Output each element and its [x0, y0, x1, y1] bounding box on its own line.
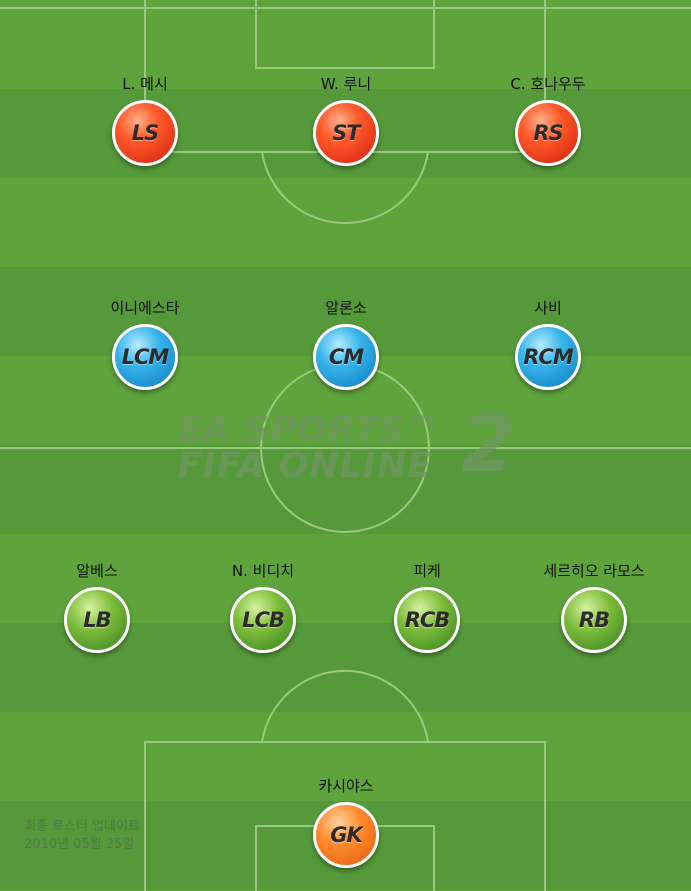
- player-lb[interactable]: 알베스 LB: [27, 561, 167, 653]
- player-rcm[interactable]: 사비 RCM: [478, 298, 618, 390]
- player-name: 세르히오 라모스: [543, 562, 645, 580]
- position-badge-lcm[interactable]: LCM: [112, 324, 178, 390]
- player-st[interactable]: W. 루니 ST: [276, 74, 416, 166]
- watermark-number: 2: [461, 400, 516, 490]
- position-badge-gk[interactable]: GK: [313, 802, 379, 868]
- player-name: C. 호나우두: [510, 75, 586, 93]
- position-badge-st[interactable]: ST: [313, 100, 379, 166]
- player-ls[interactable]: L. 메시 LS: [75, 74, 215, 166]
- roster-update-note: 최종 로스터 업데이트 2010년 05월 25일: [24, 818, 140, 854]
- position-badge-rb[interactable]: RB: [561, 587, 627, 653]
- player-cm[interactable]: 알론소 CM: [276, 298, 416, 390]
- bottom-penalty-arc: [261, 669, 429, 743]
- player-name: L. 메시: [122, 75, 168, 93]
- player-name: 이니에스타: [110, 299, 180, 317]
- player-name: 카시야스: [318, 777, 374, 795]
- position-badge-ls[interactable]: LS: [112, 100, 178, 166]
- ea-sports-fifa-online-watermark: EA SPORTS™ FIFA ONLINE 2: [178, 400, 518, 490]
- position-badge-rs[interactable]: RS: [515, 100, 581, 166]
- player-name: W. 루니: [320, 75, 372, 93]
- player-name: 사비: [534, 299, 562, 317]
- player-rcb[interactable]: 피케 RCB: [357, 561, 497, 653]
- player-name: 알론소: [325, 299, 367, 317]
- position-badge-lb[interactable]: LB: [64, 587, 130, 653]
- player-rb[interactable]: 세르히오 라모스 RB: [524, 561, 664, 653]
- player-name: 피케: [413, 562, 441, 580]
- position-badge-lcb[interactable]: LCB: [230, 587, 296, 653]
- player-name: N. 비디치: [231, 562, 295, 580]
- top-goal-box: [255, 0, 435, 69]
- player-gk[interactable]: 카시야스 GK: [276, 776, 416, 868]
- player-lcm[interactable]: 이니에스타 LCM: [75, 298, 215, 390]
- watermark-line1: EA SPORTS™: [178, 410, 442, 450]
- roster-update-label: 최종 로스터 업데이트: [24, 819, 140, 834]
- football-pitch: EA SPORTS™ FIFA ONLINE 2 L. 메시 LS W. 루니 …: [0, 0, 691, 891]
- player-lcb[interactable]: N. 비디치 LCB: [193, 561, 333, 653]
- player-rs[interactable]: C. 호나우두 RS: [478, 74, 618, 166]
- player-name: 알베스: [76, 562, 118, 580]
- position-badge-rcm[interactable]: RCM: [515, 324, 581, 390]
- position-badge-cm[interactable]: CM: [313, 324, 379, 390]
- roster-update-date: 2010년 05월 25일: [24, 837, 135, 852]
- position-badge-rcb[interactable]: RCB: [394, 587, 460, 653]
- watermark-line2: FIFA ONLINE: [178, 446, 433, 486]
